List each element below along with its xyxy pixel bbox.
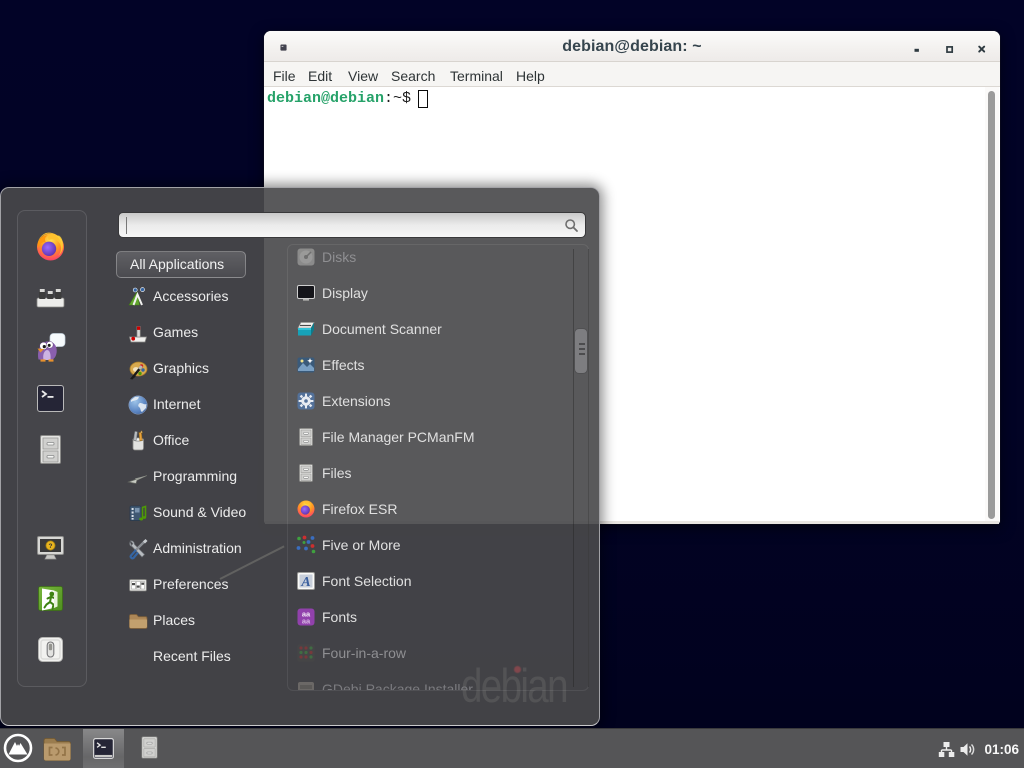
svg-text:aa: aa (302, 617, 311, 626)
svg-text:A: A (300, 575, 310, 590)
svg-text:?: ? (49, 543, 53, 550)
